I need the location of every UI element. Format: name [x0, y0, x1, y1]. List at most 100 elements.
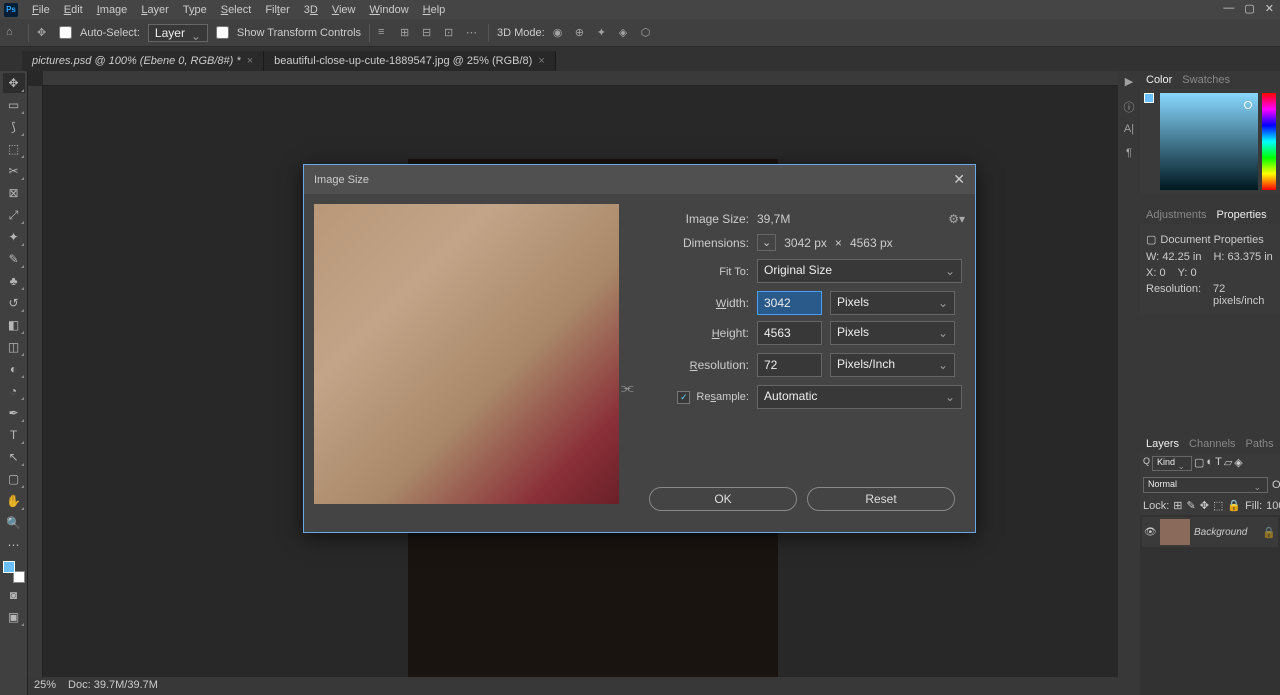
color-tab[interactable]: Color: [1146, 74, 1172, 86]
character-icon[interactable]: A|: [1122, 123, 1136, 137]
paragraph-icon[interactable]: ¶: [1122, 147, 1136, 161]
zoom-level[interactable]: 25%: [34, 679, 56, 693]
menu-filter[interactable]: Filter: [259, 2, 295, 18]
menu-3d[interactable]: 3D: [298, 2, 324, 18]
filter-icon-4[interactable]: ▱: [1224, 456, 1232, 471]
dialog-close-icon[interactable]: ✕: [953, 171, 965, 188]
healing-tool[interactable]: ✦: [3, 227, 25, 247]
history-icon[interactable]: ▶: [1122, 75, 1136, 89]
dialog-titlebar[interactable]: Image Size ✕: [304, 165, 975, 194]
resample-select[interactable]: Automatic: [757, 385, 962, 409]
channels-tab[interactable]: Channels: [1189, 438, 1235, 450]
properties-tab[interactable]: Properties: [1217, 209, 1267, 221]
close-tab-icon[interactable]: ×: [247, 55, 253, 67]
resolution-label[interactable]: Resolution:: [639, 358, 749, 372]
screen-mode-tool[interactable]: ▣: [3, 607, 25, 627]
3d-icon-3[interactable]: ✦: [597, 26, 611, 40]
align-icon-2[interactable]: ⊞: [400, 26, 414, 40]
width-input[interactable]: [757, 291, 822, 315]
3d-icon-1[interactable]: ◉: [553, 26, 567, 40]
marquee-tool[interactable]: ▭: [3, 95, 25, 115]
filter-icon-5[interactable]: ◈: [1234, 456, 1242, 471]
lock-icon-1[interactable]: ⊞: [1173, 499, 1182, 512]
3d-icon-5[interactable]: ⬡: [641, 26, 655, 40]
lasso-tool[interactable]: ⟆: [3, 117, 25, 137]
reset-button[interactable]: Reset: [807, 487, 955, 511]
layer-name[interactable]: Background: [1194, 527, 1247, 538]
dodge-tool[interactable]: ◔: [3, 381, 25, 401]
align-icon-4[interactable]: ⊡: [444, 26, 458, 40]
layer-thumb[interactable]: [1160, 519, 1190, 545]
frame-tool[interactable]: ⊠: [3, 183, 25, 203]
ok-button[interactable]: OK: [649, 487, 797, 511]
constrain-proportions-icon[interactable]: ⫘: [621, 379, 634, 396]
height-label[interactable]: Height:: [639, 326, 749, 340]
menu-edit[interactable]: Edit: [58, 2, 89, 18]
menu-view[interactable]: View: [326, 2, 362, 18]
blur-tool[interactable]: ◐: [3, 359, 25, 379]
filter-icon-2[interactable]: ◐: [1206, 456, 1213, 471]
resample-checkbox[interactable]: ✓: [677, 391, 690, 404]
eyedropper-tool[interactable]: ⤢: [3, 205, 25, 225]
auto-select-target[interactable]: Layer: [148, 24, 208, 42]
menu-window[interactable]: Window: [364, 2, 415, 18]
pen-tool[interactable]: ✒: [3, 403, 25, 423]
layer-filter-kind[interactable]: Kind: [1152, 456, 1192, 471]
menu-image[interactable]: Image: [91, 2, 134, 18]
history-brush-tool[interactable]: ↺: [3, 293, 25, 313]
document-tab-1[interactable]: pictures.psd @ 100% (Ebene 0, RGB/8#) * …: [22, 51, 264, 71]
swatches-tab[interactable]: Swatches: [1182, 74, 1230, 86]
home-icon[interactable]: ⌂: [6, 26, 20, 40]
height-unit-select[interactable]: Pixels: [830, 321, 955, 345]
lock-icon-3[interactable]: ✥: [1200, 499, 1209, 512]
color-picker-thumb[interactable]: [1244, 101, 1252, 109]
eraser-tool[interactable]: ◧: [3, 315, 25, 335]
foreground-background-colors[interactable]: [3, 561, 25, 583]
gradient-tool[interactable]: ◫: [3, 337, 25, 357]
resolution-input[interactable]: [757, 353, 822, 377]
show-transform-checkbox[interactable]: [216, 26, 229, 39]
3d-icon-4[interactable]: ◈: [619, 26, 633, 40]
quick-select-tool[interactable]: ⬚: [3, 139, 25, 159]
width-unit-select[interactable]: Pixels: [830, 291, 955, 315]
rectangle-tool[interactable]: ▢: [3, 469, 25, 489]
lock-icon-5[interactable]: 🔒: [1227, 499, 1241, 512]
auto-select-checkbox[interactable]: [59, 26, 72, 39]
hand-tool[interactable]: ✋: [3, 491, 25, 511]
menu-file[interactable]: File: [26, 2, 56, 18]
paths-tab[interactable]: Paths: [1246, 438, 1274, 450]
edit-toolbar[interactable]: ⋯: [3, 535, 25, 555]
lock-icon-2[interactable]: ✎: [1187, 499, 1196, 512]
width-label[interactable]: Width:: [639, 296, 749, 310]
menu-layer[interactable]: Layer: [135, 2, 175, 18]
menu-type[interactable]: Type: [177, 2, 213, 18]
type-tool[interactable]: T: [3, 425, 25, 445]
lock-icon-4[interactable]: ⬚: [1213, 499, 1223, 512]
brush-tool[interactable]: ✎: [3, 249, 25, 269]
blend-mode[interactable]: Normal: [1143, 477, 1268, 493]
hue-slider[interactable]: [1262, 93, 1276, 190]
3d-icon-2[interactable]: ⊕: [575, 26, 589, 40]
crop-tool[interactable]: ✂: [3, 161, 25, 181]
close-tab-icon[interactable]: ×: [538, 55, 544, 67]
stamp-tool[interactable]: ♣: [3, 271, 25, 291]
color-field[interactable]: [1160, 93, 1258, 190]
fill-value[interactable]: 100%: [1266, 500, 1280, 512]
close-icon[interactable]: ✕: [1265, 2, 1274, 15]
dialog-preview[interactable]: [314, 204, 619, 504]
align-icon-1[interactable]: ≡: [378, 26, 392, 40]
move-tool[interactable]: ✥: [3, 73, 25, 93]
menu-select[interactable]: Select: [215, 2, 258, 18]
foreground-color-swatch[interactable]: [3, 561, 15, 573]
filter-icon-1[interactable]: ▢: [1194, 456, 1204, 471]
height-input[interactable]: [757, 321, 822, 345]
align-icon-3[interactable]: ⊟: [422, 26, 436, 40]
fit-to-select[interactable]: Original Size: [757, 259, 962, 283]
zoom-tool[interactable]: 🔍: [3, 513, 25, 533]
gear-icon[interactable]: ⚙▾: [948, 212, 965, 226]
resample-label[interactable]: Resample:: [696, 391, 749, 403]
document-tab-2[interactable]: beautiful-close-up-cute-1889547.jpg @ 25…: [264, 51, 556, 71]
path-select-tool[interactable]: ↖: [3, 447, 25, 467]
dimensions-unit-toggle[interactable]: ⌄: [757, 234, 776, 251]
menu-help[interactable]: Help: [417, 2, 452, 18]
